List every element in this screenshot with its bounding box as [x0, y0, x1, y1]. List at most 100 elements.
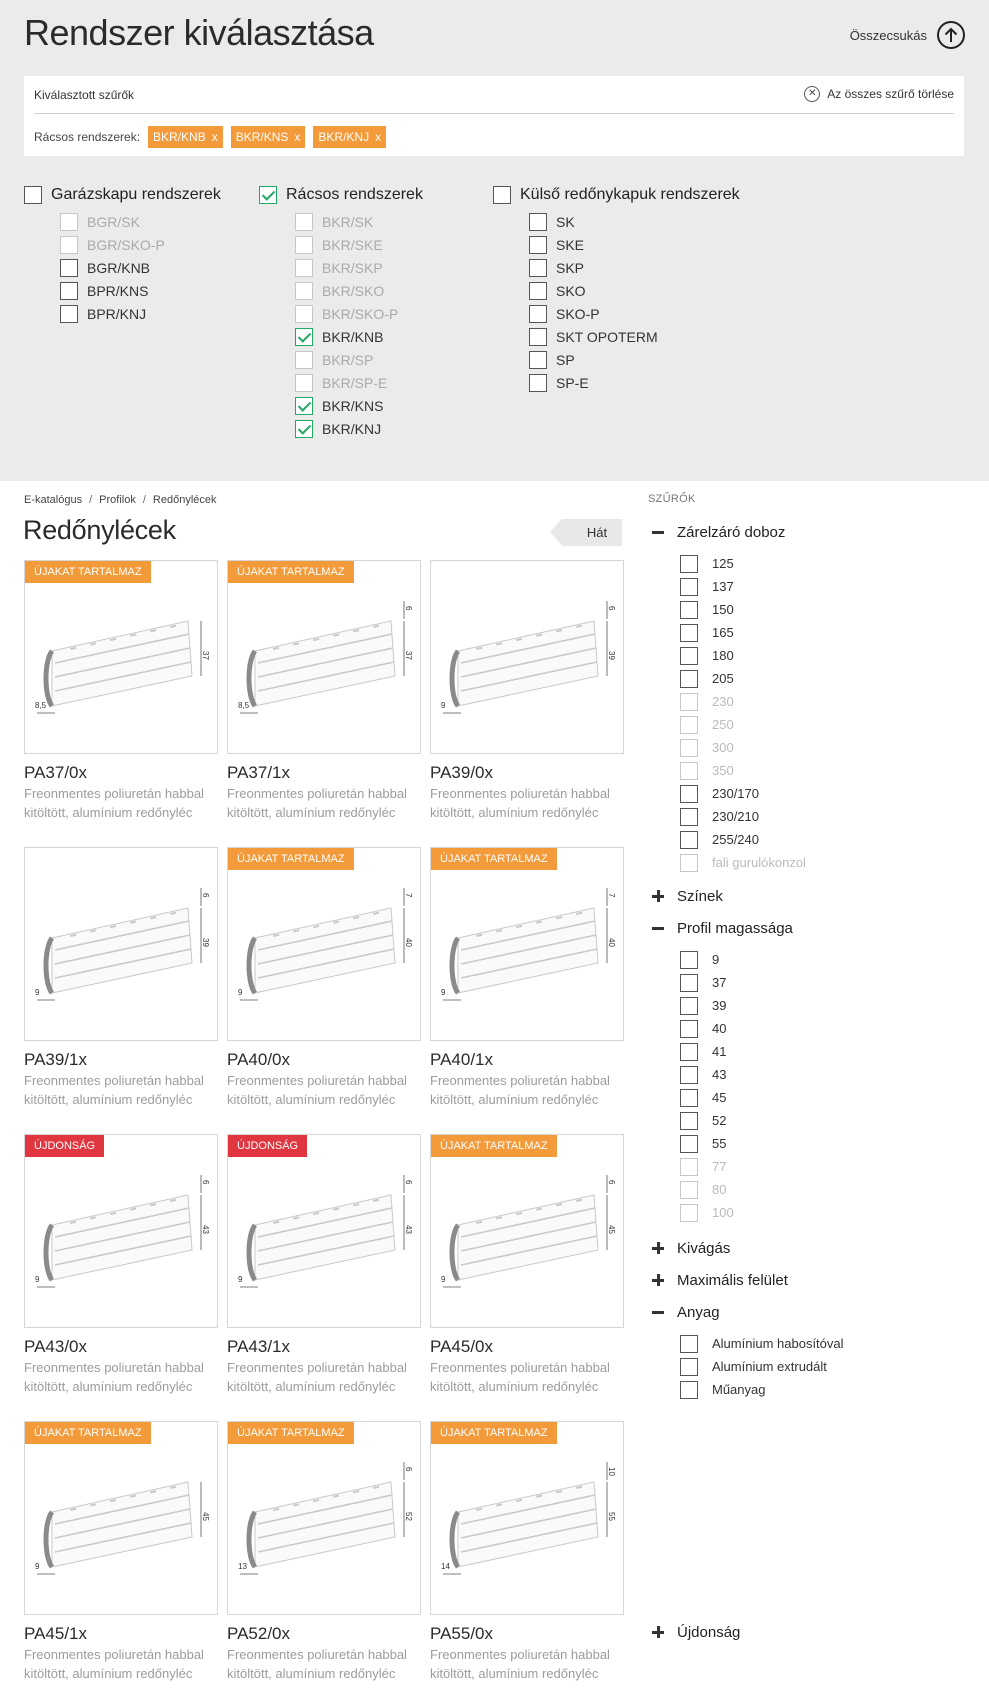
filter-option[interactable]: Alumínium habosítóval: [680, 1332, 844, 1355]
product-card[interactable]: 55 10 14 ÚJAKAT TARTALMAZ PA55/0x Freonmentes…: [430, 1421, 624, 1683]
minus-icon[interactable]: [652, 922, 664, 934]
checkbox[interactable]: [24, 186, 42, 204]
filter-chip[interactable]: BKR/KNB x: [148, 126, 223, 148]
subsystem-option[interactable]: SP-E: [529, 371, 740, 394]
checkbox[interactable]: [529, 212, 547, 231]
checkbox[interactable]: [529, 281, 547, 300]
checkbox[interactable]: [529, 350, 547, 369]
subsystem-option[interactable]: BKR/KNJ: [295, 417, 423, 440]
checkbox[interactable]: [680, 1134, 698, 1153]
filter-option[interactable]: 230/210: [680, 805, 806, 828]
filter-option[interactable]: 165: [680, 621, 806, 644]
product-image[interactable]: 39 6 9: [24, 847, 218, 1041]
checkbox[interactable]: [529, 304, 547, 323]
checkbox[interactable]: [60, 304, 78, 323]
checkbox[interactable]: [680, 950, 698, 969]
filter-option[interactable]: 150: [680, 598, 806, 621]
minus-icon[interactable]: [652, 1306, 664, 1318]
filter-option[interactable]: 230/170: [680, 782, 806, 805]
filter-group-toggle[interactable]: Kivágás: [652, 1238, 730, 1258]
checkbox[interactable]: [529, 373, 547, 392]
checkbox[interactable]: [680, 784, 698, 803]
plus-icon[interactable]: [652, 890, 664, 902]
product-image[interactable]: 55 10 14 ÚJAKAT TARTALMAZ: [430, 1421, 624, 1615]
filter-option[interactable]: Műanyag: [680, 1378, 844, 1401]
filter-group-toggle[interactable]: Profil magassága: [652, 918, 793, 938]
product-card[interactable]: 52 6 13 ÚJAKAT TARTALMAZ PA52/0x Freonmentes …: [227, 1421, 421, 1683]
product-card[interactable]: 45 9 ÚJAKAT TARTALMAZ PA45/1x Freonmentes po…: [24, 1421, 218, 1683]
product-card[interactable]: 37 8,5 ÚJAKAT TARTALMAZ PA37/0x Freonmentes …: [24, 560, 218, 822]
subsystem-option[interactable]: SKP: [529, 256, 740, 279]
product-name[interactable]: PA52/0x: [227, 1624, 421, 1644]
subsystem-option[interactable]: BKR/KNS: [295, 394, 423, 417]
checkbox[interactable]: [680, 623, 698, 642]
checkbox[interactable]: [295, 419, 313, 438]
product-image[interactable]: 45 9 ÚJAKAT TARTALMAZ: [24, 1421, 218, 1615]
checkbox[interactable]: [493, 186, 511, 204]
chip-remove-icon[interactable]: x: [294, 126, 300, 148]
product-name[interactable]: PA43/1x: [227, 1337, 421, 1357]
product-name[interactable]: PA39/0x: [430, 763, 624, 783]
filter-option[interactable]: 40: [680, 1017, 793, 1040]
checkbox[interactable]: [295, 327, 313, 346]
filter-group-toggle[interactable]: Maximális felület: [652, 1270, 788, 1290]
product-card[interactable]: 40 7 9 ÚJAKAT TARTALMAZ PA40/1x Freonmentes p…: [430, 847, 624, 1109]
checkbox[interactable]: [680, 1334, 698, 1353]
checkbox[interactable]: [680, 1042, 698, 1061]
product-name[interactable]: PA55/0x: [430, 1624, 624, 1644]
system-checkbox[interactable]: Garázskapu rendszerek: [24, 185, 221, 205]
filter-option[interactable]: 137: [680, 575, 806, 598]
plus-icon[interactable]: [652, 1626, 664, 1638]
checkbox[interactable]: [60, 281, 78, 300]
chip-remove-icon[interactable]: x: [375, 126, 381, 148]
product-name[interactable]: PA45/1x: [24, 1624, 218, 1644]
checkbox[interactable]: [680, 1357, 698, 1376]
checkbox[interactable]: [529, 258, 547, 277]
checkbox[interactable]: [680, 830, 698, 849]
product-name[interactable]: PA40/0x: [227, 1050, 421, 1070]
product-card[interactable]: 40 7 9 ÚJAKAT TARTALMAZ PA40/0x Freonmentes p…: [227, 847, 421, 1109]
filter-option[interactable]: 255/240: [680, 828, 806, 851]
product-image[interactable]: 52 6 13 ÚJAKAT TARTALMAZ: [227, 1421, 421, 1615]
product-card[interactable]: 43 6 9 ÚJDONSÁG PA43/0x Freonmentes poliuretá…: [24, 1134, 218, 1396]
breadcrumb-link[interactable]: Profilok: [99, 494, 136, 506]
product-image[interactable]: 43 6 9 ÚJDONSÁG: [227, 1134, 421, 1328]
checkbox[interactable]: [680, 1088, 698, 1107]
checkbox[interactable]: [680, 554, 698, 573]
product-image[interactable]: 43 6 9 ÚJDONSÁG: [24, 1134, 218, 1328]
subsystem-option[interactable]: SKE: [529, 233, 740, 256]
checkbox[interactable]: [680, 646, 698, 665]
product-image[interactable]: 40 7 9 ÚJAKAT TARTALMAZ: [227, 847, 421, 1041]
product-image[interactable]: 45 6 9 ÚJAKAT TARTALMAZ: [430, 1134, 624, 1328]
checkbox[interactable]: [680, 973, 698, 992]
filter-option[interactable]: 55: [680, 1132, 793, 1155]
checkbox[interactable]: [680, 807, 698, 826]
product-card[interactable]: 45 6 9 ÚJAKAT TARTALMAZ PA45/0x Freonmentes p…: [430, 1134, 624, 1396]
chip-remove-icon[interactable]: x: [212, 126, 218, 148]
checkbox[interactable]: [295, 396, 313, 415]
checkbox[interactable]: [60, 258, 78, 277]
clear-all-filters-button[interactable]: ✕ Az összes szűrő törlése: [804, 86, 954, 102]
filter-group-toggle[interactable]: Színek: [652, 886, 723, 906]
subsystem-option[interactable]: SKT OPOTERM: [529, 325, 740, 348]
checkbox[interactable]: [680, 1111, 698, 1130]
subsystem-option[interactable]: BKR/KNB: [295, 325, 423, 348]
checkbox[interactable]: [680, 577, 698, 596]
filter-option[interactable]: 52: [680, 1109, 793, 1132]
product-name[interactable]: PA40/1x: [430, 1050, 624, 1070]
product-name[interactable]: PA39/1x: [24, 1050, 218, 1070]
filter-option[interactable]: 205: [680, 667, 806, 690]
system-checkbox[interactable]: Külső redőnykapuk rendszerek: [493, 185, 740, 205]
filter-option[interactable]: 45: [680, 1086, 793, 1109]
checkbox[interactable]: [680, 1380, 698, 1399]
subsystem-option[interactable]: SKO-P: [529, 302, 740, 325]
filter-option[interactable]: 180: [680, 644, 806, 667]
product-name[interactable]: PA37/1x: [227, 763, 421, 783]
product-name[interactable]: PA45/0x: [430, 1337, 624, 1357]
subsystem-option[interactable]: BGR/KNB: [60, 256, 221, 279]
product-card[interactable]: 39 6 9 PA39/0x Freonmentes poliuretán habbal…: [430, 560, 624, 822]
product-image[interactable]: 40 7 9 ÚJAKAT TARTALMAZ: [430, 847, 624, 1041]
filter-option[interactable]: 43: [680, 1063, 793, 1086]
subsystem-option[interactable]: BPR/KNS: [60, 279, 221, 302]
plus-icon[interactable]: [652, 1242, 664, 1254]
